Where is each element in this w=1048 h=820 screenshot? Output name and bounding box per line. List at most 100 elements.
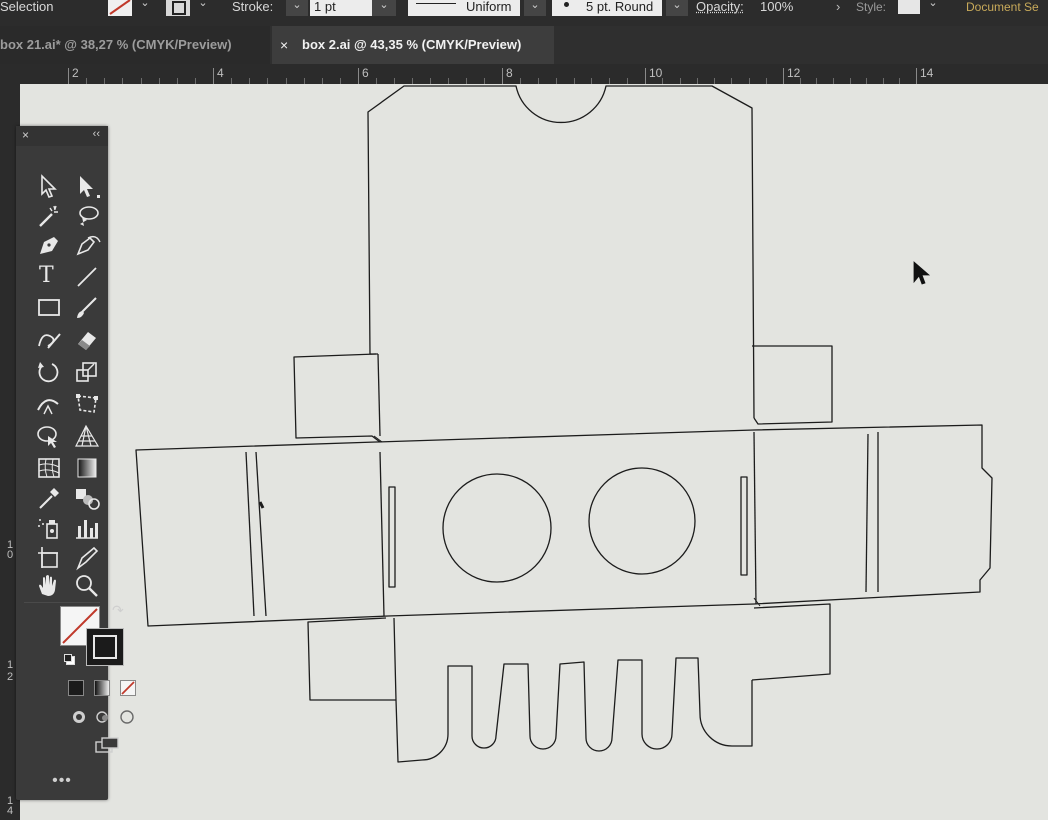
shape-builder-tool[interactable] [34, 422, 64, 450]
lid-side-left [377, 353, 381, 437]
screen-mode-icon [95, 737, 119, 753]
narrow-slot [388, 486, 396, 588]
narrow-slot [740, 476, 748, 576]
gradient-button[interactable] [94, 680, 110, 696]
hand-tool[interactable] [34, 572, 64, 600]
slot-line [865, 433, 869, 593]
color-button[interactable] [68, 680, 84, 696]
slot-line [255, 451, 267, 617]
paintbrush-tool[interactable] [72, 294, 102, 322]
direct-arrow-icon [80, 176, 100, 198]
pen-tool[interactable] [34, 232, 64, 260]
width-icon [37, 399, 59, 415]
hand-icon [39, 575, 56, 596]
swap-fill-stroke-icon[interactable]: ↷ [112, 602, 124, 619]
default-fill-mini [64, 654, 72, 662]
mesh-tool[interactable] [34, 454, 64, 482]
blend-tool[interactable] [72, 484, 102, 512]
lower-right-flap [751, 603, 831, 681]
draw-normal-icon [73, 711, 85, 723]
artboard-tool[interactable] [34, 544, 64, 572]
slice-tool[interactable] [72, 544, 102, 572]
paintbrush-icon [77, 297, 97, 318]
width-tool[interactable] [34, 390, 64, 418]
gradient-tool[interactable] [72, 454, 102, 482]
pen-nib-icon [40, 237, 58, 254]
round-window [588, 467, 696, 575]
rectangle-tool[interactable] [34, 294, 64, 322]
shaper-icon [38, 333, 61, 349]
upper-left-flap [293, 353, 381, 443]
artboard-canvas[interactable] [20, 84, 1048, 820]
draw-inside-button[interactable] [120, 710, 134, 724]
shape-builder-icon [37, 426, 57, 448]
toolbar-divider [24, 602, 100, 603]
tools-panel: × ‹‹ T ↷ ••• [16, 126, 136, 800]
draw-inside-icon [120, 710, 134, 724]
magic-wand-tool[interactable] [34, 202, 64, 230]
type-tool[interactable]: T [34, 262, 64, 290]
bottom-comb-panel [393, 617, 753, 763]
eyedropper-tool[interactable] [34, 484, 64, 512]
column-graph-tool[interactable] [72, 514, 102, 542]
edit-toolbar-icon[interactable]: ••• [16, 772, 108, 790]
top-lid-panel [367, 85, 755, 419]
artboard-icon [38, 547, 58, 568]
free-transform-icon [76, 394, 98, 413]
symbol-sprayer-icon [38, 519, 58, 539]
slot-line [245, 451, 255, 617]
scale-tool[interactable] [72, 358, 102, 386]
direct-selection-tool[interactable] [72, 172, 102, 200]
type-tool-icon: T [39, 263, 54, 288]
zoom-tool[interactable] [72, 572, 102, 600]
draw-behind-icon [96, 711, 108, 723]
mouse-pointer-icon [913, 261, 931, 285]
fold-line [753, 431, 757, 605]
scale-icon [76, 362, 97, 382]
line-segment-tool[interactable] [72, 262, 102, 290]
round-window [442, 473, 552, 583]
slot-mark [258, 501, 265, 509]
symbol-sprayer-tool[interactable] [34, 514, 64, 542]
rectangle-icon [38, 299, 60, 316]
lasso-tool[interactable] [72, 202, 102, 230]
slice-knife-icon [76, 546, 99, 571]
magnifier-icon [76, 575, 98, 597]
free-transform-tool[interactable] [72, 390, 102, 418]
line-segment-icon [77, 267, 97, 287]
lower-left-flap [307, 617, 396, 701]
magic-wand-icon [39, 205, 58, 227]
perspective-grid-tool[interactable] [72, 422, 102, 450]
stroke-proxy[interactable] [86, 628, 124, 666]
draw-behind-button[interactable] [96, 710, 110, 724]
none-slash-icon [121, 681, 135, 695]
fold-line [379, 451, 385, 617]
blend-icon [76, 489, 100, 510]
rotate-tool[interactable] [34, 358, 64, 386]
collapse-panel-icon[interactable]: ‹‹ [93, 128, 100, 140]
perspective-grid-icon [75, 424, 100, 447]
mesh-icon [38, 458, 60, 478]
box-dieline-artwork[interactable] [0, 0, 1048, 820]
change-screen-mode-button[interactable] [94, 736, 122, 754]
arrow-pointer-icon [41, 174, 57, 198]
eyedropper-icon [39, 488, 59, 509]
gradient-icon [77, 458, 97, 478]
default-fill-stroke-icon[interactable] [64, 654, 75, 665]
close-icon[interactable]: × [22, 128, 29, 142]
lasso-icon [79, 206, 99, 226]
upper-right-flap [752, 345, 833, 425]
none-button[interactable] [120, 680, 136, 696]
rotate-icon [38, 362, 59, 383]
shaper-tool[interactable] [34, 326, 64, 354]
selection-tool[interactable] [34, 172, 64, 200]
curvature-tool[interactable] [72, 232, 102, 260]
tools-panel-header[interactable]: × ‹‹ [16, 126, 108, 146]
eraser-icon [78, 332, 96, 350]
curvature-pen-icon [76, 235, 101, 256]
fold-mark [753, 597, 761, 607]
draw-normal-button[interactable] [72, 710, 86, 724]
stroke-square-icon [93, 635, 117, 659]
column-graph-icon [76, 520, 98, 539]
eraser-tool[interactable] [72, 326, 102, 354]
